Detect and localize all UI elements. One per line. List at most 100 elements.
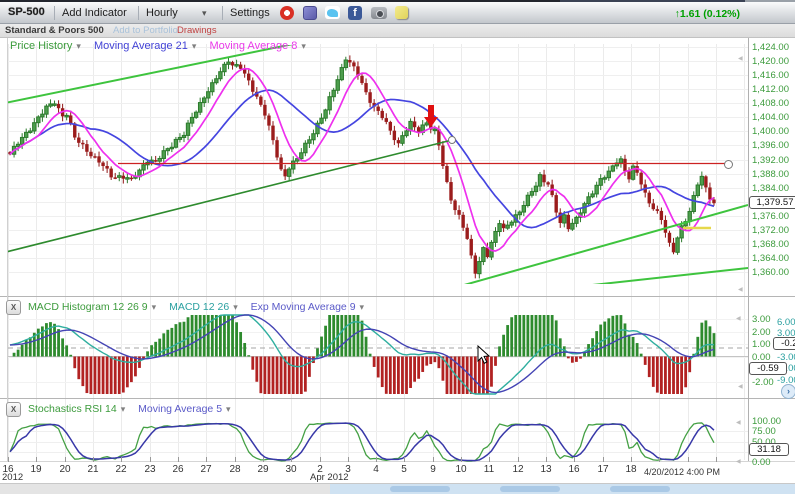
- date-axis-label: 22: [110, 464, 132, 475]
- down-arrow-icon: [428, 105, 434, 117]
- separator: [54, 6, 55, 20]
- date-axis-label: 13: [535, 464, 557, 475]
- settings-button[interactable]: Settings: [230, 7, 270, 19]
- price-axis-label: 1,372.00: [752, 225, 789, 236]
- price-axis-label: 1,364.00: [752, 253, 789, 264]
- date-axis-label: 17: [592, 464, 614, 475]
- date-axis-label: 23: [139, 464, 161, 475]
- add-to-portfolio-link[interactable]: Add to Portfolio: [113, 25, 178, 36]
- alarm-icon[interactable]: [280, 6, 294, 20]
- macd-axis-label: 6.00: [777, 317, 796, 328]
- close-stoch-button[interactable]: X: [6, 402, 21, 417]
- date-axis-label: 27: [195, 464, 217, 475]
- price-panel-legend: Price History ▾ Moving Average 21 ▾ Moving…: [10, 40, 316, 52]
- price-axis-label: 1,388.00: [752, 169, 789, 180]
- axis-collapse-icon[interactable]: [738, 55, 743, 62]
- trendline-handle[interactable]: [448, 136, 456, 144]
- axis-collapse-icon[interactable]: [736, 458, 741, 465]
- ma8-dropdown[interactable]: Moving Average 8: [210, 40, 298, 52]
- chevron-down-icon: ▾: [76, 41, 81, 51]
- date-axis-label: 19: [25, 464, 47, 475]
- price-axis-label: 1,368.00: [752, 239, 789, 250]
- date-axis-label: 21: [82, 464, 104, 475]
- mouse-cursor: [477, 345, 491, 365]
- date-axis-label: 29: [252, 464, 274, 475]
- camera-icon[interactable]: [371, 7, 387, 19]
- symbol-label[interactable]: SP-500: [8, 6, 45, 18]
- price-axis-label: 1,392.00: [752, 155, 789, 166]
- charting-app-window: SP-500 Add Indicator Hourly Settings f ↑…: [0, 0, 800, 494]
- axis-collapse-icon[interactable]: [738, 383, 743, 390]
- separator: [138, 6, 139, 20]
- taskbar[interactable]: [0, 484, 330, 494]
- price-history-dropdown[interactable]: Price History: [10, 40, 72, 52]
- price-axis-label: 1,416.00: [752, 70, 789, 81]
- symbol-subbar: Standard & Poors 500 Add to Portfolio Dr…: [0, 24, 795, 38]
- taskbar-item[interactable]: [500, 486, 560, 492]
- taskbar-item[interactable]: [390, 486, 450, 492]
- window-margin: [795, 0, 800, 494]
- down-arrow-annotation[interactable]: [424, 105, 438, 128]
- separator: [222, 6, 223, 20]
- ma5-dropdown[interactable]: Moving Average 5: [138, 403, 222, 415]
- price-axis-label: 1,360.00: [752, 267, 789, 278]
- chevron-down-icon: ▾: [121, 404, 126, 414]
- date-axis-label: 20: [54, 464, 76, 475]
- price-axis-label: 1,404.00: [752, 112, 789, 123]
- axis-collapse-icon[interactable]: [736, 419, 741, 426]
- year-label: 2012: [2, 472, 23, 483]
- twitter-icon[interactable]: [325, 6, 340, 19]
- price-axis-label: 1,400.00: [752, 126, 789, 137]
- price-change-indicator: ↑1.61 (0.12%): [675, 8, 740, 20]
- last-price-badge: 1,379.57: [749, 196, 800, 209]
- interval-dropdown[interactable]: Hourly: [146, 7, 212, 19]
- library-icon[interactable]: [303, 6, 317, 20]
- close-macd-button[interactable]: X: [6, 300, 21, 315]
- date-axis-label: 30: [280, 464, 302, 475]
- date-axis-label: 4: [365, 464, 387, 475]
- date-axis-label: 5: [393, 464, 415, 475]
- stoch-rsi-dropdown[interactable]: Stochastics RSI 14: [28, 403, 117, 415]
- chevron-down-icon: ▾: [233, 302, 238, 312]
- red-line-handle[interactable]: [724, 160, 733, 169]
- facebook-icon[interactable]: f: [348, 6, 362, 20]
- month-label: Apr 2012: [310, 472, 349, 483]
- date-axis-label: 11: [478, 464, 500, 475]
- scroll-right-icon[interactable]: ›: [781, 384, 796, 399]
- add-indicator-button[interactable]: Add Indicator: [62, 7, 127, 19]
- notes-icon[interactable]: [395, 6, 408, 19]
- date-axis-label: 26: [167, 464, 189, 475]
- price-plot-region[interactable]: [8, 37, 748, 296]
- macd-hist-axis-label: 2.00: [752, 327, 771, 338]
- chevron-down-icon: ▾: [192, 41, 197, 51]
- taskbar-item[interactable]: [610, 486, 670, 492]
- stoch-axis-label: 75.00: [752, 426, 776, 437]
- price-axis-label: 1,376.00: [752, 211, 789, 222]
- macd-hist-axis-label: -2.00: [752, 377, 774, 388]
- price-axis-label: 1,412.00: [752, 84, 789, 95]
- axis-collapse-icon[interactable]: [738, 286, 743, 293]
- last-update-timestamp: 4/20/2012 4:00 PM: [638, 467, 720, 477]
- macd-hist-axis-label: 3.00: [752, 314, 771, 325]
- price-axis-label: 1,396.00: [752, 140, 789, 151]
- price-axis-label: 1,384.00: [752, 183, 789, 194]
- stoch-value-badge: 31.18: [749, 443, 789, 456]
- chevron-down-icon: ▾: [360, 302, 365, 312]
- symbol-full-name: Standard & Poors 500: [5, 25, 104, 36]
- taskbar[interactable]: [330, 484, 800, 494]
- drawings-link[interactable]: Drawings: [177, 25, 217, 36]
- price-axis-label: 1,420.00: [752, 56, 789, 67]
- down-arrow-icon: [424, 117, 438, 127]
- stoch-axis-label: 0.00: [752, 457, 771, 468]
- axis-collapse-icon[interactable]: [736, 315, 741, 322]
- macd-histogram-dropdown[interactable]: MACD Histogram 12 26 9: [28, 301, 148, 313]
- toolbar: SP-500 Add Indicator Hourly Settings f ↑…: [0, 2, 795, 24]
- chevron-down-icon: ▾: [301, 41, 306, 51]
- exp-ma9-dropdown[interactable]: Exp Moving Average 9: [251, 301, 356, 313]
- date-axis-label: 10: [450, 464, 472, 475]
- date-axis-label: 28: [224, 464, 246, 475]
- date-axis-label: 16: [563, 464, 585, 475]
- price-axis-label: 1,408.00: [752, 98, 789, 109]
- macd-dropdown[interactable]: MACD 12 26: [169, 301, 229, 313]
- ma21-dropdown[interactable]: Moving Average 21: [94, 40, 188, 52]
